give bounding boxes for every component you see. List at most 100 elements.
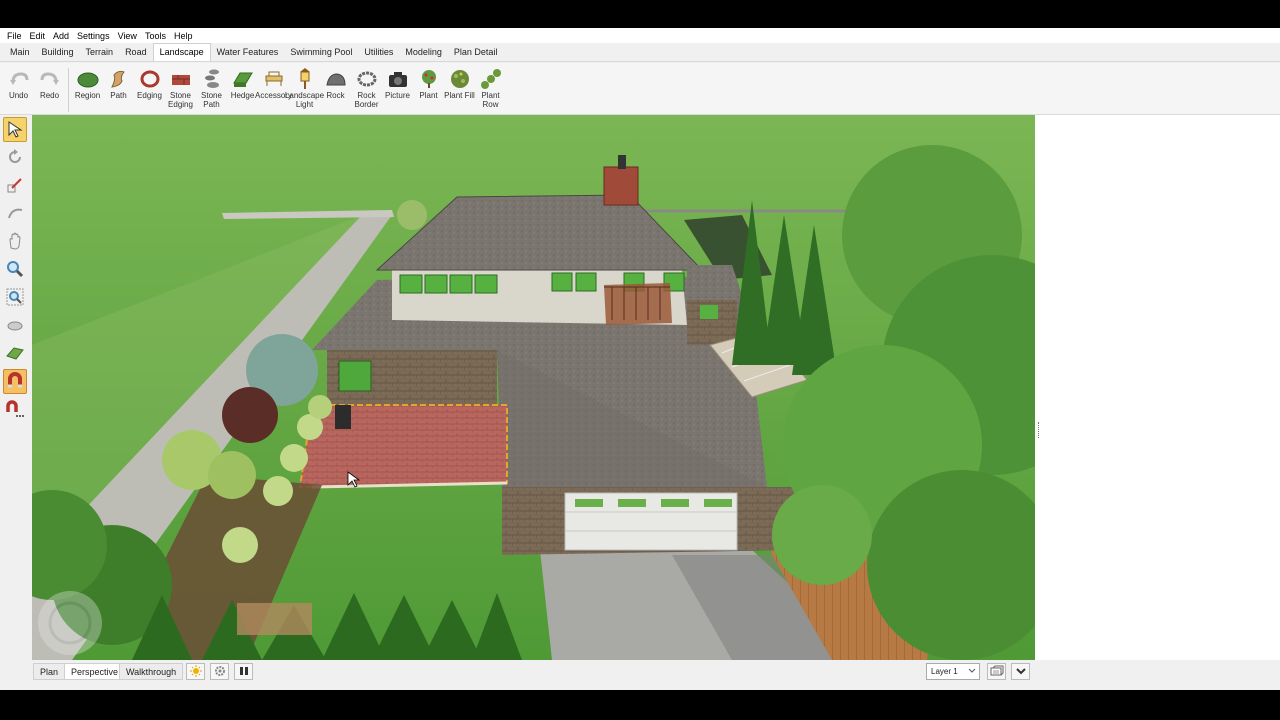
pause-button[interactable] bbox=[234, 663, 253, 680]
magnet-options-icon bbox=[5, 399, 25, 420]
upper-window bbox=[424, 274, 448, 294]
terrain-tool-icon bbox=[6, 344, 24, 364]
menu-tools[interactable]: Tools bbox=[141, 31, 170, 41]
video-letterbox-top bbox=[0, 0, 1280, 28]
stone-edging-button[interactable]: Stone Edging bbox=[165, 68, 196, 109]
plant-fill-label: Plant Fill bbox=[444, 91, 475, 100]
menu-view[interactable]: View bbox=[114, 31, 141, 41]
tab-swimming-pool[interactable]: Swimming Pool bbox=[284, 44, 358, 61]
edging-button[interactable]: Edging bbox=[134, 68, 165, 100]
view-rotate-tool-button[interactable] bbox=[3, 313, 27, 338]
zoom-box-icon bbox=[6, 288, 24, 308]
menu-settings[interactable]: Settings bbox=[73, 31, 114, 41]
tab-water-features[interactable]: Water Features bbox=[211, 44, 285, 61]
resize-tool-button[interactable] bbox=[3, 173, 27, 198]
brick-patio bbox=[300, 405, 507, 487]
landscape-toolbar: Undo Redo Region Path Edging Stone Edgin… bbox=[0, 63, 1280, 115]
garage-window bbox=[704, 499, 732, 507]
render-settings-button[interactable] bbox=[210, 663, 229, 680]
tab-building[interactable]: Building bbox=[36, 44, 80, 61]
rotate-tool-button[interactable] bbox=[3, 145, 27, 170]
garage-window bbox=[661, 499, 689, 507]
compass-watermark-icon bbox=[38, 591, 102, 655]
tab-plan-detail[interactable]: Plan Detail bbox=[448, 44, 504, 61]
layer-dropdown[interactable]: Layer 1 bbox=[926, 663, 980, 680]
rotate-icon bbox=[6, 148, 24, 168]
menu-bar: File Edit Add Settings View Tools Help bbox=[0, 28, 1280, 43]
rock-border-icon bbox=[356, 68, 378, 90]
view-tab-walkthrough[interactable]: Walkthrough bbox=[119, 663, 184, 680]
side-window bbox=[700, 305, 718, 319]
balcony bbox=[604, 283, 672, 325]
wood-bench bbox=[237, 603, 312, 635]
select-tool-button[interactable] bbox=[3, 117, 27, 142]
stone-path-button[interactable]: Stone Path bbox=[196, 68, 227, 109]
3d-perspective-viewport[interactable] bbox=[32, 115, 1035, 660]
redo-button[interactable]: Redo bbox=[34, 68, 65, 100]
edging-label: Edging bbox=[137, 91, 162, 100]
snap-options-button[interactable] bbox=[3, 397, 27, 422]
undo-button[interactable]: Undo bbox=[3, 68, 34, 100]
plant-row-button[interactable]: Plant Row bbox=[475, 68, 506, 109]
sun-icon bbox=[189, 664, 202, 679]
camera-icon bbox=[387, 68, 409, 90]
panel-splitter-handle[interactable] bbox=[1038, 422, 1041, 438]
rock-button[interactable]: Rock bbox=[320, 68, 351, 100]
menu-help[interactable]: Help bbox=[170, 31, 197, 41]
trash-bin bbox=[335, 405, 351, 429]
layer-options-button[interactable] bbox=[1011, 663, 1030, 680]
orbit-tool-button[interactable] bbox=[3, 201, 27, 226]
redo-label: Redo bbox=[39, 91, 60, 100]
menu-edit[interactable]: Edit bbox=[26, 31, 50, 41]
view-rotate-icon bbox=[6, 316, 24, 336]
view-tab-plan[interactable]: Plan bbox=[33, 663, 66, 680]
toolbar-divider bbox=[68, 68, 69, 112]
tab-terrain[interactable]: Terrain bbox=[80, 44, 120, 61]
region-button[interactable]: Region bbox=[72, 68, 103, 100]
orbit-icon bbox=[6, 204, 24, 224]
pan-tool-button[interactable] bbox=[3, 229, 27, 254]
tab-utilities[interactable]: Utilities bbox=[358, 44, 399, 61]
plant-fill-button[interactable]: Plant Fill bbox=[444, 68, 475, 100]
layer-manager-button[interactable] bbox=[987, 663, 1006, 680]
undo-icon bbox=[8, 68, 30, 90]
plant-button[interactable]: Plant bbox=[413, 68, 444, 100]
tab-main[interactable]: Main bbox=[4, 44, 36, 61]
upper-window bbox=[474, 274, 498, 294]
plant-row-label: Plant Row bbox=[481, 91, 500, 109]
path-button[interactable]: Path bbox=[103, 68, 134, 100]
pan-hand-icon bbox=[6, 232, 24, 252]
zoom-box-tool-button[interactable] bbox=[3, 285, 27, 310]
plant-label: Plant bbox=[419, 91, 438, 100]
rock-border-button[interactable]: Rock Border bbox=[351, 68, 382, 109]
undo-label: Undo bbox=[8, 91, 29, 100]
tab-landscape[interactable]: Landscape bbox=[152, 43, 211, 61]
picture-button[interactable]: Picture bbox=[382, 68, 413, 100]
magnet-icon bbox=[6, 371, 24, 392]
region-icon bbox=[77, 68, 99, 90]
upper-window bbox=[575, 272, 597, 292]
stone-path-icon bbox=[201, 68, 223, 90]
plant-fill-icon bbox=[449, 68, 471, 90]
redo-icon bbox=[39, 68, 61, 90]
menu-add[interactable]: Add bbox=[49, 31, 73, 41]
tab-road[interactable]: Road bbox=[119, 44, 153, 61]
landscape-light-button[interactable]: Landscape Light bbox=[285, 68, 324, 109]
landscape-light-icon bbox=[294, 68, 316, 90]
rock-label: Rock bbox=[326, 91, 345, 100]
hedge-label: Hedge bbox=[230, 91, 255, 100]
snap-magnet-button[interactable] bbox=[3, 369, 27, 394]
sun-settings-button[interactable] bbox=[186, 663, 205, 680]
resize-icon bbox=[6, 176, 24, 196]
chimney-cap bbox=[618, 155, 626, 169]
zoom-tool-button[interactable] bbox=[3, 257, 27, 282]
view-tab-perspective[interactable]: Perspective bbox=[64, 663, 126, 680]
terrain-tool-button[interactable] bbox=[3, 341, 27, 366]
pause-icon bbox=[239, 666, 249, 678]
hedge-button[interactable]: Hedge bbox=[227, 68, 258, 100]
hedge-icon bbox=[232, 68, 254, 90]
menu-file[interactable]: File bbox=[3, 31, 26, 41]
region-label: Region bbox=[74, 91, 101, 100]
tab-modeling[interactable]: Modeling bbox=[399, 44, 448, 61]
path-icon bbox=[108, 68, 130, 90]
